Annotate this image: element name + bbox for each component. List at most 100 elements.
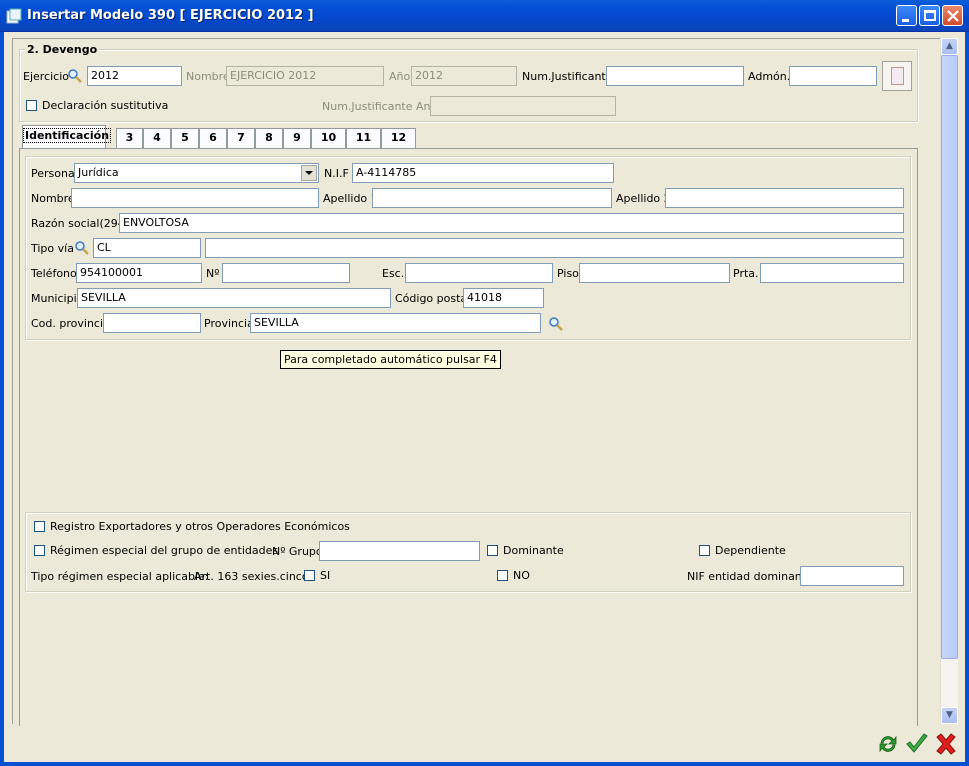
numjust-ant-field: [430, 96, 616, 116]
codprov-field[interactable]: [103, 313, 201, 333]
razon-label: Razón social(294): [31, 217, 130, 230]
via-field[interactable]: [205, 238, 904, 258]
num-label: Nº: [206, 267, 220, 280]
nombre-label: Nombre: [31, 192, 75, 205]
checkmark-icon: [906, 733, 928, 753]
window-title: Insertar Modelo 390 [ EJERCICIO 2012 ]: [27, 8, 314, 23]
admon-label: Admón.: [748, 70, 791, 83]
tab-6[interactable]: 6: [199, 128, 227, 148]
nombre-field: EJERCICIO 2012: [226, 66, 384, 86]
tab-4[interactable]: 4: [143, 128, 171, 148]
provincia-label: Provincia: [204, 317, 254, 330]
nif-dominante-label: NIF entidad dominante: [687, 570, 813, 583]
declaracion-label: Declaración sustitutiva: [42, 99, 169, 112]
esc-field[interactable]: [405, 263, 553, 283]
window-frame-right: [965, 32, 969, 766]
si-label: SI: [320, 569, 331, 582]
magnifier-icon[interactable]: [548, 316, 564, 332]
apellido1-field[interactable]: [372, 188, 612, 208]
refresh-button[interactable]: [875, 731, 901, 757]
si-checkbox[interactable]: [304, 570, 315, 581]
maximize-button[interactable]: [919, 5, 940, 26]
regimen-label: Régimen especial del grupo de entidades: [50, 544, 279, 557]
tipo-regimen-label: Tipo régimen especial aplicable:: [31, 570, 209, 583]
close-button[interactable]: [942, 5, 963, 26]
numjust-field[interactable]: [606, 66, 744, 86]
tab-identificacion[interactable]: Identificación: [22, 125, 112, 149]
dependiente-label: Dependiente: [715, 544, 786, 557]
chevron-down-icon: [305, 171, 313, 175]
accept-button[interactable]: [904, 731, 930, 757]
dominante-label: Dominante: [503, 544, 564, 557]
no-label: NO: [513, 569, 530, 582]
apellido2-field[interactable]: [665, 188, 904, 208]
dependiente-checkbox[interactable]: [699, 545, 710, 556]
numjust-ant-label: Num.Justificante Ant.: [322, 100, 439, 113]
tab-12[interactable]: 12: [381, 128, 416, 148]
tipovia-label: Tipo vía: [31, 242, 74, 255]
persona-label: Persona: [31, 167, 75, 180]
nif-field[interactable]: A-4114785: [352, 163, 614, 183]
razon-field[interactable]: ENVOLTOSA: [119, 213, 904, 233]
municipio-field[interactable]: SEVILLA: [77, 288, 391, 308]
declaracion-checkbox[interactable]: [26, 100, 37, 111]
minimize-button[interactable]: [896, 5, 917, 26]
tab-10[interactable]: 10: [311, 128, 346, 148]
scroll-thumb[interactable]: [941, 55, 958, 659]
nombre-field[interactable]: [71, 188, 319, 208]
admon-field[interactable]: [789, 66, 877, 86]
scroll-down-button[interactable]: ▼: [941, 707, 958, 724]
magnifier-icon[interactable]: [67, 68, 83, 84]
cp-field[interactable]: 41018: [463, 288, 544, 308]
regimen-checkbox[interactable]: [34, 545, 45, 556]
provincia-field[interactable]: SEVILLA: [250, 313, 541, 333]
apellido1-label: Apellido 1: [323, 192, 378, 205]
tab-3[interactable]: 3: [116, 128, 143, 148]
dominante-checkbox[interactable]: [487, 545, 498, 556]
nombre-label: Nombre: [186, 70, 230, 83]
tab-9[interactable]: 9: [283, 128, 311, 148]
red-x-icon: [936, 733, 956, 755]
ngrupo-label: Nº Grupo: [272, 545, 323, 558]
magnifier-icon[interactable]: [74, 240, 90, 256]
app-icon: [6, 8, 22, 24]
refresh-icon: [879, 735, 897, 753]
cp-label: Código postal: [395, 292, 471, 305]
title-bar: Insertar Modelo 390 [ EJERCICIO 2012 ]: [0, 0, 969, 32]
cancel-button[interactable]: [933, 731, 959, 757]
tab-5[interactable]: 5: [171, 128, 199, 148]
window-frame-left: [0, 32, 4, 766]
lookup-button[interactable]: [882, 61, 912, 91]
scroll-up-button[interactable]: ▲: [941, 38, 958, 55]
apellido2-label: Apellido 2: [616, 192, 671, 205]
ejercicio-field[interactable]: 2012: [87, 66, 182, 86]
ngrupo-field[interactable]: [319, 541, 480, 561]
piso-label: Piso: [557, 267, 579, 280]
prta-label: Prta.: [733, 267, 759, 280]
notepad-icon: [891, 67, 904, 85]
persona-dropdown-button[interactable]: [301, 165, 317, 181]
tab-11[interactable]: 11: [346, 128, 381, 148]
tab-8[interactable]: 8: [255, 128, 283, 148]
window-frame-bottom: [0, 762, 969, 766]
art-label: Art. 163 sexies.cinco: [194, 570, 309, 583]
persona-select[interactable]: Jurídica: [74, 163, 319, 183]
nif-dominante-field[interactable]: [800, 566, 904, 586]
prta-field[interactable]: [760, 263, 904, 283]
piso-field[interactable]: [579, 263, 730, 283]
tab-7[interactable]: 7: [227, 128, 255, 148]
exportadores-label: Registro Exportadores y otros Operadores…: [50, 520, 350, 533]
close-icon: [947, 10, 959, 22]
municipio-label: Municipio: [31, 292, 84, 305]
nif-label: N.I.F: [324, 167, 349, 180]
telefono-field[interactable]: 954100001: [76, 263, 202, 283]
numjust-label: Num.Justificante: [522, 70, 613, 83]
codprov-label: Cod. provincia: [31, 317, 110, 330]
anio-field: 2012: [411, 66, 517, 86]
num-field[interactable]: [222, 263, 350, 283]
anio-label: Año: [389, 70, 411, 83]
no-checkbox[interactable]: [497, 570, 508, 581]
exportadores-checkbox[interactable]: [34, 521, 45, 532]
devengo-legend: 2. Devengo: [25, 43, 100, 56]
tipovia-field[interactable]: CL: [93, 238, 201, 258]
